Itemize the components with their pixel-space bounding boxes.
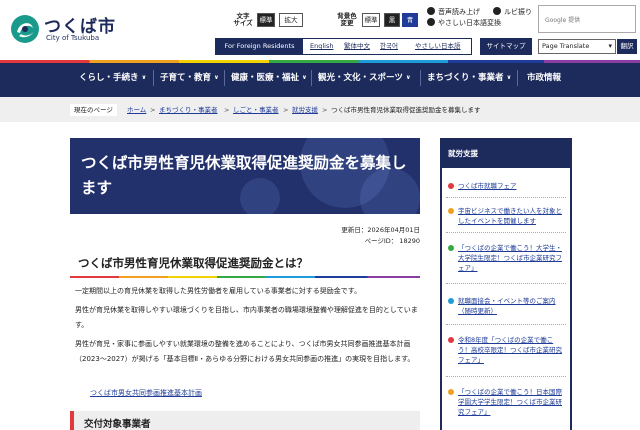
breadcrumb-item-home[interactable]: ホーム — [127, 104, 146, 116]
breadcrumb-separator: > — [283, 106, 289, 114]
sidebar-item-university-fair[interactable]: 「つくばの企業で働こう！大学生・大学院生限定！つくば市企業研究フェア」 — [448, 243, 566, 273]
bg-color-black-button[interactable]: 黒 — [384, 13, 400, 27]
color-stripe — [0, 60, 640, 63]
foreign-residents-link[interactable]: For Foreign Residents — [216, 39, 303, 54]
breadcrumb-item-shigoto[interactable]: しごと・事業者 — [233, 104, 279, 116]
bg-color-standard-button[interactable]: 標準 — [362, 13, 380, 27]
speaker-icon — [427, 7, 435, 15]
site-logo[interactable]: つくば市 City of Tsukuba — [10, 11, 120, 45]
bg-color-label-line2: 変更 — [340, 19, 354, 27]
chevron-down-icon: ∨ — [302, 74, 307, 81]
sidebar-item-gakuen-fair[interactable]: 「つくばの企業で働こう！日本国際学園大学学生限定！つくば市企業研究フェア」 — [448, 387, 566, 417]
breadcrumb-current: つくば市男性育児休業取得促進奨励金を募集します — [331, 106, 481, 114]
search-placeholder: Google 提供 — [545, 17, 581, 24]
heading-color-underline — [70, 276, 420, 278]
gnav-label: 健康・医療・福祉 — [231, 73, 300, 83]
site-header: つくば市 City of Tsukuba 文字 サイズ 標準 拡大 背景色 変更… — [0, 0, 640, 60]
subsection-heading-text: 交付対象事業者 — [84, 419, 151, 430]
sidebar-item-space-business[interactable]: 宇宙ビジネスで働きたい人を対象としたイベントを開催します — [448, 206, 566, 226]
text-size-label: 文字 サイズ — [232, 13, 254, 27]
translate-button[interactable]: 翻訳 — [617, 39, 637, 54]
gnav-label: くらし・手続き — [79, 73, 139, 83]
sidebar-divider — [446, 324, 566, 325]
subsection-heading: 交付対象事業者 — [70, 411, 420, 430]
bg-color-label: 背景色 変更 — [334, 13, 360, 27]
sitemap-button[interactable]: サイトマップ — [480, 38, 532, 55]
gnav-divider — [311, 70, 312, 86]
lang-easy-japanese-link[interactable]: やさしい日本語 — [415, 39, 461, 54]
sidebar-item-highschool-fair[interactable]: 令和8年度「つくばの企業で働こう！高校卒限定！つくば市企業研究フェア」 — [448, 335, 566, 365]
logo-mark-icon — [11, 15, 39, 43]
text-size-label-line2: サイズ — [233, 19, 253, 27]
breadcrumb-item-shuro[interactable]: 就労支援 — [292, 104, 318, 116]
logo-text-en: City of Tsukuba — [46, 34, 100, 42]
gnav-divider — [153, 70, 154, 86]
section-heading: つくば市男性育児休業取得促進奨励金とは？ — [70, 252, 420, 278]
text-size-large-button[interactable]: 拡大 — [279, 13, 303, 27]
gnav-divider — [224, 70, 225, 86]
sidebar-heading: 就労支援 — [442, 140, 570, 168]
gnav-label: 子育て・教育 — [160, 73, 212, 83]
breadcrumb-item-machizukuri[interactable]: まちづくり・事業者 — [159, 104, 218, 116]
sidebar-divider — [446, 197, 566, 198]
chevron-down-icon: ∨ — [506, 74, 512, 81]
ruby-label: ルビ振り — [504, 8, 532, 16]
gnav-divider — [517, 70, 518, 86]
section-heading-text: つくば市男性育児休業取得促進奨励金とは？ — [78, 256, 308, 270]
paragraph-2: 男性が育児休業を取得しやすい環境づくりを目指し、市内事業者の職場環境整備や理解促… — [75, 306, 418, 329]
gnav-item-machizukuri[interactable]: まちづくり・事業者 ∨ — [427, 67, 511, 89]
ruby-link[interactable]: ルビ振り — [493, 7, 532, 17]
breadcrumb-label: 現在のページ — [70, 104, 117, 116]
gnav-label: まちづくり・事業者 — [427, 73, 504, 83]
sidebar-divider — [446, 283, 566, 284]
easy-japanese-label: やさしい日本語変換 — [438, 19, 501, 27]
lang-chinese-link[interactable]: 繁体中文 — [344, 39, 370, 54]
breadcrumb-separator: > — [224, 106, 230, 114]
sidebar-divider — [446, 376, 566, 377]
sidebar-item-interview-events[interactable]: 就職面接会・イベント等のご案内（随時更新） — [448, 296, 566, 316]
paragraph-3: 男性が育児・家事に参画しやすい就業環境の整備を進めることにより、つくば市男女共同… — [75, 340, 415, 363]
paragraph-1: 一定期間以上の育児休業を取得した男性労働者を雇用している事業者に対する奨励金です… — [75, 287, 362, 295]
easy-japanese-link[interactable]: やさしい日本語変換 — [427, 18, 501, 28]
gnav-item-shisei[interactable]: 市政情報 — [527, 67, 561, 89]
gnav-item-kurashi[interactable]: くらし・手続き ∨ — [79, 67, 146, 89]
sidebar-divider — [446, 232, 566, 233]
chevron-down-icon: ∨ — [405, 74, 411, 81]
chevron-down-icon: ▾ — [608, 42, 612, 50]
easy-japanese-icon — [427, 18, 435, 26]
lang-english-link[interactable]: English — [310, 39, 333, 54]
bg-color-blue-button[interactable]: 青 — [402, 13, 418, 27]
chevron-down-icon: ∨ — [141, 74, 147, 81]
read-aloud-label: 音声読み上げ — [438, 8, 480, 16]
gnav-label: 観光・文化・スポーツ — [318, 73, 403, 83]
page-id: ページID： 18290 — [364, 237, 420, 245]
breadcrumb-separator: > — [322, 106, 328, 114]
sidebar: 就労支援 つくば市就職フェア 宇宙ビジネスで働きたい人を対象としたイベントを開催… — [440, 138, 572, 430]
gnav-item-kanko[interactable]: 観光・文化・スポーツ ∨ — [318, 67, 411, 89]
gnav-label: 市政情報 — [527, 73, 562, 83]
language-bar: For Foreign Residents English 繁体中文 한국어 や… — [215, 38, 472, 55]
lang-korean-link[interactable]: 한국어 — [380, 39, 398, 54]
ruby-icon — [493, 7, 501, 15]
search-input[interactable]: Google 提供 — [538, 5, 636, 33]
updated-date: 更新日：2026年04月01日 — [341, 226, 420, 234]
page-title-banner: つくば市男性育児休業取得促進奨励金を募集します — [70, 138, 420, 214]
gender-equality-plan-link[interactable]: つくば市男女共同参画推進基本計画 — [90, 388, 202, 398]
breadcrumb-separator: > — [150, 106, 156, 114]
read-aloud-link[interactable]: 音声読み上げ — [427, 7, 480, 17]
sidebar-item-job-fair[interactable]: つくば市就職フェア — [448, 181, 566, 191]
text-size-standard-button[interactable]: 標準 — [257, 13, 275, 27]
gnav-item-kenko[interactable]: 健康・医療・福祉 ∨ — [231, 67, 307, 89]
gnav-item-kosodate[interactable]: 子育て・教育 ∨ — [160, 67, 219, 89]
page-title: つくば市男性育児休業取得促進奨励金を募集します — [81, 154, 407, 197]
page-translate-select[interactable]: Page Translate ▾ — [538, 39, 616, 54]
gnav-divider — [420, 70, 421, 86]
chevron-down-icon: ∨ — [214, 74, 219, 81]
page-translate-value: Page Translate — [542, 42, 590, 50]
